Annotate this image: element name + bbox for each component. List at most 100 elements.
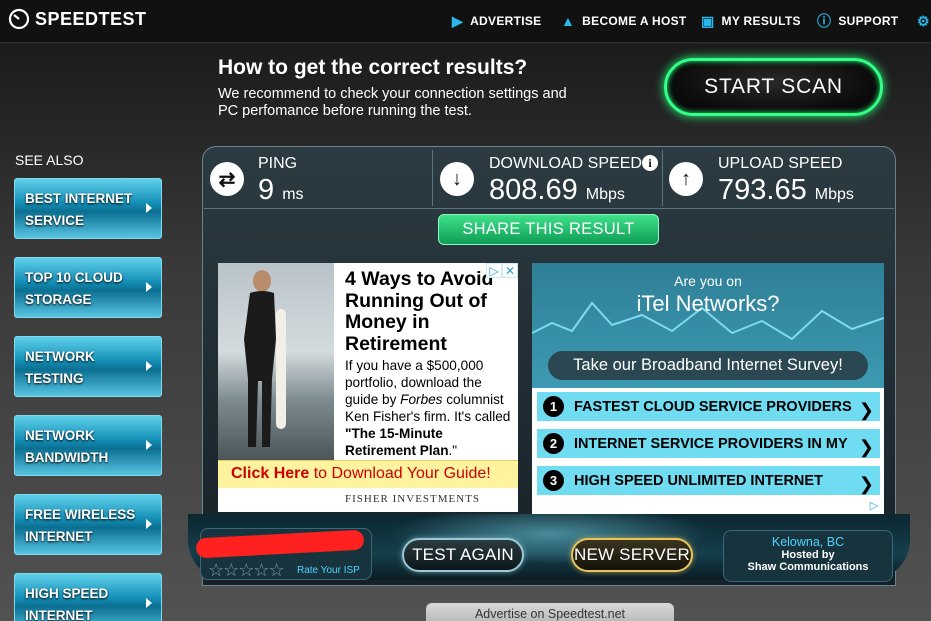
sidebar-item-label: TOP 10 CLOUD [25,270,123,285]
adchoices-icon[interactable]: ▷ [866,498,882,512]
ad-link-row[interactable]: 1 FASTEST CLOUD SERVICE PROVIDERS ❯ [535,390,882,423]
survey-button[interactable]: Take our Broadband Internet Survey! [548,351,868,380]
survey-question: Are you on [674,273,742,289]
nav-label: SUPPORT [838,14,899,28]
arrow-down-icon: ↓ [440,162,474,196]
nav-advertise[interactable]: ▶ ADVERTISE [452,14,541,28]
survey-ad[interactable]: Are you on iTel Networks? Take our Broad… [532,263,884,514]
ad-title: 4 Ways to Avoid Running Out of Money in … [345,268,494,355]
sidebar-item-free-wireless-internet[interactable]: FREE WIRELESS INTERNET [14,494,162,555]
ping-result: ⇄ PING 9 ms [202,150,432,208]
gear-icon: ⚙ [917,13,930,29]
advertise-tab[interactable]: Advertise on Speedtest.net [426,603,674,621]
nav-support[interactable]: ⓘ SUPPORT [817,14,898,28]
ping-value: 9 [258,174,275,206]
upload-unit: Mbps [814,186,854,203]
start-scan-button[interactable]: START SCAN [664,58,883,116]
chevron-right-icon [146,518,152,529]
logo-text: SPEEDTEST [35,8,147,29]
survey-isp: iTel Networks? [636,291,780,316]
sidebar-item-label: STORAGE [25,292,92,307]
sidebar-item-label: SERVICE [25,213,85,228]
megaphone-icon: ▶ [452,13,464,29]
nav-label: BECOME A HOST [582,14,687,28]
chevron-right-icon: ❯ [858,474,874,494]
ad-link-label: FASTEST CLOUD SERVICE PROVIDERS [574,398,852,415]
ad-sponsor: FISHER INVESTMENTS [345,493,481,505]
divider [662,150,663,206]
speedometer-icon [8,8,30,30]
surfer-figure [244,270,286,447]
promo-text: We recommend to check your connection se… [218,86,567,119]
sidebar-item-best-internet-service[interactable]: BEST INTERNET SERVICE [14,178,162,239]
ad-text: ." [448,443,458,458]
divider [432,150,433,206]
hosted-by-label: Hosted by [781,549,835,561]
adchoices-icon[interactable]: ▷ [486,263,502,278]
info-icon: ⓘ [817,13,832,29]
ad-body: If you have a $500,000 portfolio, downlo… [345,357,517,459]
results-stats: ⇄ PING 9 ms ↓ DOWNLOAD SPEED 808.69 Mbps… [202,150,896,208]
rating-stars[interactable]: ☆☆☆☆☆ [208,560,285,581]
chevron-right-icon [146,360,152,371]
droplet-icon: ▲ [561,13,576,29]
sidebar-item-label: BEST INTERNET [25,191,133,206]
chevron-right-icon: ❯ [858,437,874,457]
chevron-right-icon [146,597,152,608]
rate-isp-link[interactable]: Rate Your ISP [297,565,360,576]
ad-link-row[interactable]: 2 INTERNET SERVICE PROVIDERS IN MY ❯ [535,427,882,460]
ad-link-label: INTERNET SERVICE PROVIDERS IN MY [574,435,848,452]
nav-label: MY RESULTS [721,14,801,28]
camera-icon: ▣ [701,13,715,29]
test-again-button[interactable]: TEST AGAIN [402,538,524,572]
survey-ad-header: Are you on iTel Networks? Take our Broad… [532,263,884,388]
chevron-right-icon: ❯ [858,400,874,420]
close-icon[interactable]: ✕ [502,263,518,278]
server-location: Kelowna, BC [771,535,845,549]
ad-cta-bold: Click Here [231,465,310,482]
number-badge: 3 [543,470,564,491]
ad-text: "The 15-Minute Retirement Plan [345,426,449,458]
upload-result: ↑ UPLOAD SPEED 793.65 Mbps [668,150,894,208]
retirement-ad[interactable]: 4 Ways to Avoid Running Out of Money in … [218,263,518,512]
nav-become-a-host[interactable]: ▲ BECOME A HOST [561,14,687,28]
sidebar-item-top-10-cloud-storage[interactable]: TOP 10 CLOUD STORAGE [14,257,162,318]
ad-text: Forbes [400,392,443,407]
upload-value: 793.65 [718,174,807,206]
ad-link-row[interactable]: 3 HIGH SPEED UNLIMITED INTERNET ❯ [535,464,882,497]
sidebar-item-high-speed-internet[interactable]: HIGH SPEED INTERNET [14,573,162,621]
server-host: Shaw Communications [747,561,869,573]
nav-label: ADVERTISE [470,14,542,28]
surfer-photo [218,263,334,460]
chevron-right-icon [146,439,152,450]
server-info: Kelowna, BC Hosted by Shaw Communication… [723,530,893,582]
new-server-button[interactable]: NEW SERVER [571,538,693,572]
info-icon[interactable]: i [642,155,658,171]
speedtest-logo[interactable]: SPEEDTEST [8,8,147,30]
chevron-right-icon [146,281,152,292]
chevron-right-icon [146,202,152,213]
sidebar-item-label: NETWORK [25,349,95,364]
divider [204,208,894,209]
ping-arrows-icon: ⇄ [210,162,244,196]
ad-cta-link[interactable]: Click Here to Download Your Guide! [218,460,518,488]
sidebar-item-network-bandwidth[interactable]: NETWORK BANDWIDTH [14,415,162,476]
upload-value-line: 793.65 Mbps [718,174,854,207]
download-value: 808.69 [489,174,578,206]
settings-gear[interactable]: ⚙ [917,14,930,28]
number-badge: 1 [543,396,564,417]
top-navigation-bar: SPEEDTEST ▶ ADVERTISE ▲ BECOME A HOST ▣ … [0,0,931,43]
ad-link-label: HIGH SPEED UNLIMITED INTERNET [574,472,823,489]
download-label: DOWNLOAD SPEED [489,155,642,172]
ping-unit: ms [282,186,304,203]
nav-my-results[interactable]: ▣ MY RESULTS [701,14,801,28]
upload-label: UPLOAD SPEED [718,155,843,172]
sidebar-item-label: HIGH SPEED [25,586,109,601]
number-badge: 2 [543,433,564,454]
download-result: ↓ DOWNLOAD SPEED 808.69 Mbps [440,150,662,208]
sidebar-item-label: INTERNET [25,608,93,621]
sidebar-item-label: INTERNET [25,529,93,544]
download-unit: Mbps [585,186,625,203]
sidebar-item-network-testing[interactable]: NETWORK TESTING [14,336,162,397]
share-result-button[interactable]: SHARE THIS RESULT [438,214,659,245]
